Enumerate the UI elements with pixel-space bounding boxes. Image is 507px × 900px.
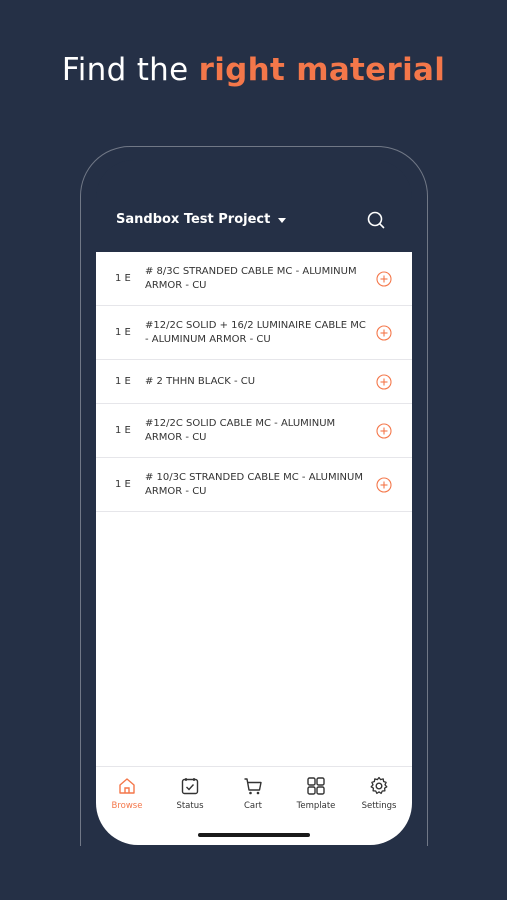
tab-status[interactable]: Status	[160, 775, 220, 811]
cart-icon	[244, 778, 262, 795]
search-icon[interactable]	[366, 210, 386, 230]
list-item[interactable]: 1 E # 10/3C STRANDED CABLE MC - ALUMINUM…	[96, 458, 412, 512]
tab-label: Browse	[111, 801, 143, 811]
item-description: # 10/3C STRANDED CABLE MC - ALUMINUM ARM…	[145, 471, 363, 497]
add-circle-icon[interactable]	[376, 422, 392, 439]
bottom-tab-bar: Browse Status Cart Template Settings	[96, 766, 412, 845]
list-item[interactable]: 1 E #12/2C SOLID CABLE MC - ALUMINUM ARM…	[96, 404, 412, 458]
list-item[interactable]: 1 E # 2 THHN BLACK - CU	[96, 360, 412, 404]
headline-plain: Find the	[61, 52, 199, 88]
item-description: #12/2C SOLID CABLE MC - ALUMINUM ARMOR -…	[145, 417, 336, 443]
home-indicator	[198, 833, 310, 837]
item-unit: 1 E	[115, 376, 131, 387]
gear-icon	[370, 776, 388, 795]
tab-label: Cart	[244, 801, 262, 811]
add-circle-icon[interactable]	[376, 270, 392, 287]
item-description: #12/2C SOLID + 16/2 LUMINAIRE CABLE MC -…	[145, 319, 366, 345]
item-unit: 1 E	[115, 327, 131, 338]
tab-browse[interactable]: Browse	[97, 775, 157, 811]
item-unit: 1 E	[115, 425, 131, 436]
app-screen: Sandbox Test Project 1 E # 8/3C STRANDED…	[96, 160, 412, 845]
list-item[interactable]: 1 E #12/2C SOLID + 16/2 LUMINAIRE CABLE …	[96, 306, 412, 360]
tab-template[interactable]: Template	[286, 775, 346, 811]
grid-icon	[307, 777, 325, 795]
home-icon	[119, 778, 135, 794]
tab-settings[interactable]: Settings	[349, 775, 409, 811]
list-item[interactable]: 1 E # 8/3C STRANDED CABLE MC - ALUMINUM …	[96, 252, 412, 306]
tab-cart[interactable]: Cart	[223, 775, 283, 811]
headline-accent: right material	[198, 52, 446, 88]
tab-label: Settings	[361, 801, 397, 811]
project-name: Sandbox Test Project	[116, 212, 271, 227]
project-selector[interactable]: Sandbox Test Project	[116, 212, 287, 227]
headline: Find the right material	[0, 52, 507, 88]
add-circle-icon[interactable]	[376, 373, 392, 390]
add-circle-icon[interactable]	[376, 324, 392, 341]
tab-label: Template	[296, 801, 336, 811]
caret-down-icon	[278, 218, 287, 223]
item-description: # 8/3C STRANDED CABLE MC - ALUMINUM ARMO…	[145, 265, 357, 291]
item-unit: 1 E	[115, 479, 131, 490]
item-unit: 1 E	[115, 273, 131, 284]
app-header: Sandbox Test Project	[96, 160, 412, 252]
material-list: 1 E # 8/3C STRANDED CABLE MC - ALUMINUM …	[96, 252, 412, 766]
tab-label: Status	[176, 801, 204, 811]
add-circle-icon[interactable]	[376, 476, 392, 493]
item-description: # 2 THHN BLACK - CU	[145, 375, 256, 387]
calendar-check-icon	[181, 778, 199, 795]
